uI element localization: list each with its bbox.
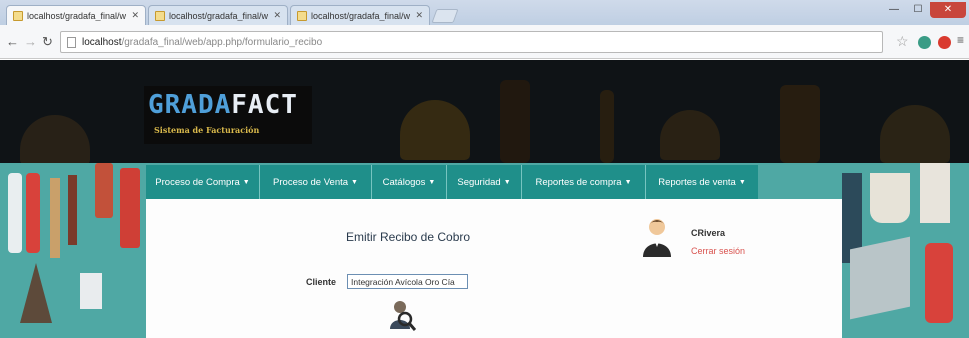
logo-subtitle: Sistema de Facturación <box>154 125 260 135</box>
caret-down-icon: ▼ <box>351 178 358 186</box>
helmet-silhouette <box>880 105 950 163</box>
adblock-icon[interactable] <box>938 36 951 49</box>
back-arrow-icon[interactable]: ← <box>6 34 19 49</box>
browser-toolbar: ← → ↻ localhost /gradafa_final/web/app.p… <box>0 25 969 59</box>
nav-proceso-venta[interactable]: Proceso de Venta ▼ <box>260 165 372 199</box>
screwdriver-illustration <box>95 163 113 218</box>
caret-down-icon: ▼ <box>503 178 511 186</box>
reload-icon[interactable]: ↻ <box>42 34 53 50</box>
browser-tab-2[interactable]: localhost/gradafa_final/w ✕ <box>148 5 288 25</box>
cliente-input[interactable] <box>347 274 468 289</box>
page-icon <box>67 36 76 48</box>
helmet-silhouette <box>400 100 470 160</box>
user-name: CRivera <box>691 228 726 238</box>
nav-proceso-compra[interactable]: Proceso de Compra ▼ <box>146 165 260 199</box>
browser-tab-3[interactable]: localhost/gradafa_final/w ✕ <box>290 5 430 25</box>
page-favicon-icon <box>155 10 165 21</box>
tab-title: localhost/gradafa_final/w <box>27 10 127 21</box>
address-bar[interactable]: localhost /gradafa_final/web/app.php/for… <box>60 31 883 53</box>
logout-link[interactable]: Cerrar sesión <box>691 246 745 256</box>
nav-catalogos[interactable]: Catálogos ▼ <box>372 165 447 199</box>
pliers-illustration <box>26 173 40 253</box>
caret-down-icon: ▼ <box>428 178 436 186</box>
page-favicon-icon <box>297 10 307 21</box>
logo-title: GRADAFACT <box>148 90 298 120</box>
nav-label: Seguridad <box>457 176 501 188</box>
nav-label: Proceso de Venta <box>273 176 349 188</box>
browser-tab-1[interactable]: localhost/gradafa_final/w ✕ <box>6 5 146 25</box>
chisel-illustration <box>50 178 60 258</box>
caret-down-icon: ▼ <box>738 178 746 186</box>
window-close-icon[interactable]: ✕ <box>930 2 966 18</box>
drill-silhouette <box>780 85 820 163</box>
helmet-silhouette <box>660 110 720 160</box>
spatula-illustration <box>80 273 102 309</box>
nav-label: Reportes de venta <box>658 176 736 188</box>
nav-reportes-venta[interactable]: Reportes de venta ▼ <box>646 165 758 199</box>
page-favicon-icon <box>13 10 23 21</box>
browser-tabstrip: localhost/gradafa_final/w ✕ localhost/gr… <box>0 0 969 25</box>
nav-label: Reportes de compra <box>535 176 622 188</box>
page-title: Emitir Recibo de Cobro <box>346 230 471 244</box>
minimize-icon[interactable]: — <box>882 2 906 18</box>
paint-roller-illustration <box>920 163 950 223</box>
main-content: Emitir Recibo de Cobro Cliente CRivera C… <box>146 199 842 338</box>
trowel-illustration <box>20 263 52 323</box>
cliente-label: Cliente <box>306 277 337 287</box>
nav-label: Proceso de Compra <box>155 176 240 188</box>
pliers-illustration <box>8 173 22 253</box>
tab-title: localhost/gradafa_final/w <box>169 10 269 21</box>
nav-reportes-compra[interactable]: Reportes de compra ▼ <box>522 165 646 199</box>
web-page: GRADAFACT Sistema de Facturación Proceso… <box>0 60 969 338</box>
browser-menu-icon[interactable]: ≡ <box>957 33 969 47</box>
maximize-icon[interactable]: ☐ <box>906 2 930 18</box>
wrench-illustration <box>925 243 953 323</box>
caret-down-icon: ▼ <box>242 178 250 186</box>
hand-saw-illustration <box>850 236 910 320</box>
bookmark-star-icon[interactable]: ☆ <box>896 33 909 49</box>
user-avatar <box>643 219 671 257</box>
address-host: localhost <box>82 36 122 48</box>
main-nav: Proceso de Compra ▼ Proceso de Venta ▼ Cat… <box>146 165 758 199</box>
tool-handle-illustration <box>120 168 140 248</box>
forward-arrow-icon[interactable]: → <box>24 34 37 49</box>
tab-close-icon[interactable]: ✕ <box>415 10 423 21</box>
screwdriver-illustration <box>68 175 77 245</box>
nav-label: Catálogos <box>382 176 426 188</box>
nav-seguridad[interactable]: Seguridad ▼ <box>447 165 522 199</box>
tool-silhouette <box>600 90 614 163</box>
paint-bucket-illustration <box>870 173 910 223</box>
search-client-icon[interactable] <box>388 299 416 331</box>
extension-icon[interactable] <box>918 36 931 49</box>
address-path: /gradafa_final/web/app.php/formulario_re… <box>121 36 323 48</box>
drill-silhouette <box>500 80 530 163</box>
caret-down-icon: ▼ <box>624 178 632 186</box>
tab-close-icon[interactable]: ✕ <box>273 10 281 21</box>
helmet-silhouette <box>20 115 90 163</box>
new-tab-button[interactable] <box>431 9 459 23</box>
site-logo[interactable]: GRADAFACT Sistema de Facturación <box>144 86 312 144</box>
tab-close-icon[interactable]: ✕ <box>131 10 139 21</box>
tab-title: localhost/gradafa_final/w <box>311 10 411 21</box>
